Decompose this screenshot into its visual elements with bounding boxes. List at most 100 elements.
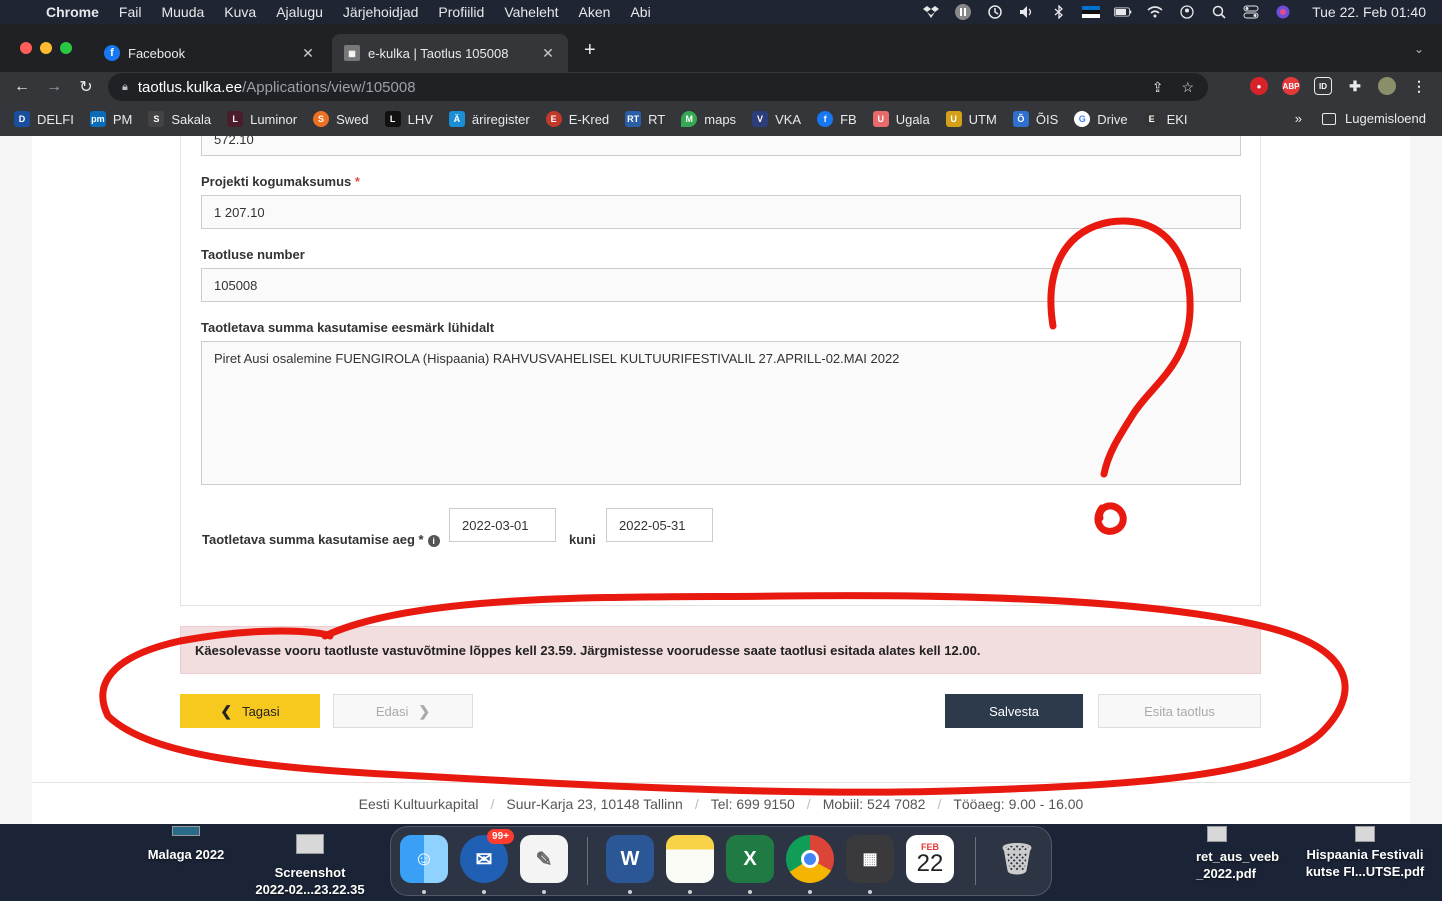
menubar-clock[interactable]: Tue 22. Feb 01:40	[1312, 4, 1426, 20]
pdf-file-icon[interactable]	[1355, 826, 1375, 842]
total-cost-input[interactable]: 1 207.10	[201, 195, 1241, 229]
apple-icon[interactable]	[12, 5, 26, 19]
address-bar[interactable]: 🔒︎ taotlus.kulka.ee/Applications/view/10…	[108, 73, 1208, 101]
more-menu-icon[interactable]: ⋮	[1410, 77, 1428, 95]
forward-arrow-icon[interactable]: →	[38, 78, 70, 96]
bookmark-vka[interactable]: V VKA	[752, 111, 801, 127]
menu-item-file[interactable]: Fail	[119, 4, 142, 20]
back-button[interactable]: ❮ Tagasi	[180, 694, 320, 728]
dropbox-icon[interactable]	[922, 5, 940, 19]
control-center-icon[interactable]	[1242, 5, 1260, 19]
pause-icon[interactable]	[954, 4, 972, 20]
footer-address: Suur-Karja 23, 10148 Tallinn	[506, 795, 683, 812]
bookmarks-overflow-icon[interactable]: »	[1295, 111, 1302, 126]
bookmark-star-icon[interactable]: ☆	[1181, 79, 1194, 96]
pdf-file-icon[interactable]	[1207, 826, 1227, 842]
finder-icon[interactable]: ☺	[400, 835, 448, 883]
profile-avatar[interactable]	[1378, 77, 1396, 95]
bookmark-sakala[interactable]: S Sakala	[148, 111, 211, 127]
desktop-item-pdf-festival[interactable]: Hispaania Festivali kutse FI...UTSE.pdf	[1296, 846, 1434, 880]
desktop-item-screenshot[interactable]: Screenshot 2022-02...23.22.35	[240, 864, 380, 898]
bluetooth-icon[interactable]	[1050, 5, 1068, 19]
user-icon[interactable]	[1178, 5, 1196, 19]
menu-item-history[interactable]: Ajalugu	[276, 4, 323, 20]
tab-search-icon[interactable]: ⌄	[1414, 42, 1424, 56]
excel-icon[interactable]: X	[726, 835, 774, 883]
thunderbird-icon[interactable]: ✉ 99+	[460, 829, 514, 883]
reading-list-label: Lugemisloend	[1345, 111, 1426, 126]
tab-ekulka[interactable]: ▦ e-kulka | Taotlus 105008 ✕	[332, 34, 568, 72]
lock-icon[interactable]: 🔒︎	[122, 81, 128, 94]
bookmark-ugala[interactable]: U Ugala	[872, 111, 930, 127]
extension-red-icon[interactable]: ●	[1250, 77, 1268, 95]
bookmarks-bar: D DELFI pm PM S Sakala L Luminor S Swed L LHV …	[0, 102, 1442, 136]
screenshot-thumbnail-icon[interactable]	[296, 834, 324, 854]
word-icon[interactable]: W	[606, 835, 654, 883]
tab-close-icon[interactable]: ✕	[540, 45, 556, 62]
rt-icon: RT	[625, 111, 642, 127]
bookmark-ois[interactable]: Õ ÕIS	[1012, 111, 1058, 127]
save-button[interactable]: Salvesta	[945, 694, 1083, 728]
search-icon[interactable]	[1210, 5, 1228, 19]
new-tab-icon[interactable]: +	[584, 40, 596, 60]
required-marker: *	[354, 174, 360, 189]
calculator-icon[interactable]: ▦	[846, 835, 894, 883]
chrome-icon[interactable]	[786, 835, 834, 883]
trash-icon[interactable]: 🗑︎	[993, 835, 1041, 883]
bookmark-drive[interactable]: G Drive	[1074, 111, 1128, 127]
submit-application-button[interactable]: Esita taotlus	[1098, 694, 1261, 728]
menu-item-window[interactable]: Aken	[579, 4, 611, 20]
reading-list[interactable]: Lugemisloend	[1322, 111, 1426, 126]
previous-amount-input[interactable]: 572.10	[201, 136, 1241, 156]
bookmark-swed[interactable]: S Swed	[313, 111, 369, 127]
time-machine-icon[interactable]	[986, 5, 1004, 19]
siri-icon[interactable]	[1274, 5, 1292, 19]
bookmark-fb[interactable]: f FB	[817, 111, 857, 127]
bookmark-delfi[interactable]: D DELFI	[14, 111, 74, 127]
extension-id-icon[interactable]: ID	[1314, 77, 1332, 95]
bookmark-pm[interactable]: pm PM	[89, 111, 132, 127]
bookmark-utm[interactable]: U UTM	[945, 111, 997, 127]
extensions-puzzle-icon[interactable]: ✚	[1346, 77, 1364, 95]
textedit-icon[interactable]: ✎	[520, 835, 568, 883]
bookmark-maps[interactable]: Mmaps	[681, 111, 736, 127]
reload-icon[interactable]: ↻	[70, 77, 102, 97]
desktop-item-pdf-aus[interactable]: ret_aus_veeb _2022.pdf	[1196, 848, 1280, 882]
calendar-icon[interactable]: FEB 22	[906, 835, 954, 883]
volume-icon[interactable]	[1018, 5, 1036, 19]
folder-icon[interactable]	[172, 826, 200, 836]
window-minimize-button[interactable]	[40, 42, 52, 54]
menu-app-name[interactable]: Chrome	[46, 4, 99, 20]
bookmark-eki[interactable]: E EKI	[1143, 111, 1188, 127]
application-number-input[interactable]: 105008	[201, 268, 1241, 302]
menu-item-view[interactable]: Kuva	[224, 4, 256, 20]
next-button[interactable]: Edasi ❯	[333, 694, 473, 728]
menu-item-help[interactable]: Abi	[630, 4, 650, 20]
bookmark-ariregister[interactable]: Ääriregister	[448, 111, 530, 127]
window-zoom-button[interactable]	[60, 42, 72, 54]
wifi-icon[interactable]	[1146, 5, 1164, 19]
flag-icon[interactable]	[1082, 5, 1101, 19]
menu-item-tab[interactable]: Vaheleht	[504, 4, 558, 20]
share-icon[interactable]: ⇪	[1152, 79, 1164, 96]
info-icon[interactable]: i	[427, 534, 440, 547]
battery-icon[interactable]	[1114, 5, 1132, 19]
bookmark-rt[interactable]: RT RT	[625, 111, 665, 127]
purpose-textarea[interactable]: Piret Ausi osalemine FUENGIROLA (Hispaan…	[201, 341, 1241, 485]
bookmark-luminor[interactable]: L Luminor	[227, 111, 297, 127]
back-arrow-icon[interactable]: ←	[6, 78, 38, 96]
desktop-item-malaga[interactable]: Malaga 2022	[130, 846, 242, 863]
tab-facebook[interactable]: f Facebook ✕	[92, 34, 328, 72]
tab-close-icon[interactable]: ✕	[300, 45, 316, 62]
notes-icon[interactable]	[666, 835, 714, 883]
adblock-plus-icon[interactable]: ABP	[1282, 77, 1300, 95]
window-close-button[interactable]	[20, 42, 32, 54]
menu-item-edit[interactable]: Muuda	[161, 4, 204, 20]
footer-separator: /	[490, 795, 495, 812]
bookmark-lhv[interactable]: L LHV	[384, 111, 433, 127]
bookmark-ekred[interactable]: E E-Kred	[545, 111, 609, 127]
menu-item-profiles[interactable]: Profiilid	[438, 4, 484, 20]
date-from-input[interactable]: 2022-03-01	[449, 508, 556, 542]
menu-item-bookmarks[interactable]: Järjehoidjad	[343, 4, 419, 20]
date-to-input[interactable]: 2022-05-31	[606, 508, 713, 542]
